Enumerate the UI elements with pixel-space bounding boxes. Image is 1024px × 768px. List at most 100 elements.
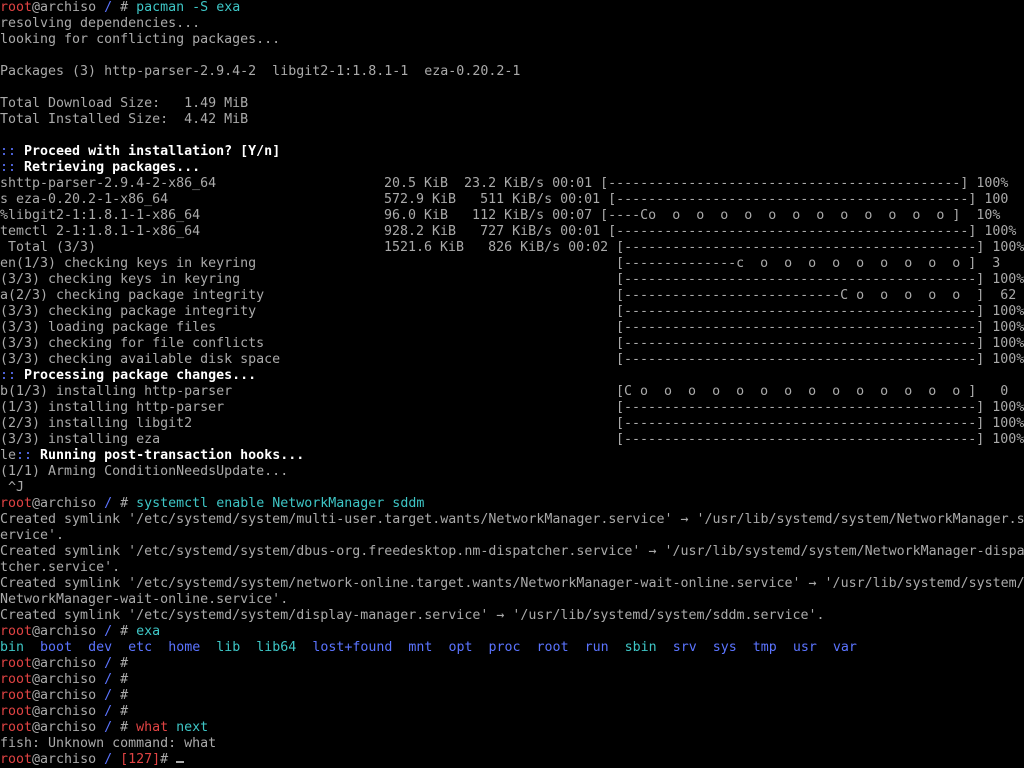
- progress-bar: [---------------------------------------…: [616, 400, 1024, 415]
- ls-gap: [777, 640, 793, 655]
- terminal-line: (3/3) checking for file conflicts [------…: [0, 336, 1024, 352]
- terminal-line: root@archiso / # pacman -S exa: [0, 0, 1024, 16]
- text-cursor[interactable]: [176, 761, 185, 763]
- terminal-line: root@archiso / [127]#: [0, 752, 1024, 768]
- terminal-window[interactable]: root@archiso / # pacman -S exa resolving …: [0, 0, 1024, 768]
- progress-bar: [---------------------------------------…: [616, 272, 1024, 287]
- prompt-symbol: #: [120, 656, 137, 671]
- ls-entry: dev: [88, 640, 113, 655]
- ls-entry: usr: [792, 640, 817, 655]
- terminal-line: root@archiso / #: [0, 704, 1024, 720]
- progress-bar: [---------------------------------------…: [616, 352, 1024, 367]
- prompt-symbol: #: [160, 752, 177, 767]
- progress-bar: [--------------c o o o o o o o o o ] 3: [616, 256, 1001, 271]
- progress-bar: [---------------------------------------…: [616, 416, 1024, 431]
- progress-label: (1/3) installing http-parser: [0, 400, 225, 415]
- terminal-line: Created symlink '/etc/systemd/system/net…: [0, 576, 1024, 592]
- prompt-path: /: [104, 720, 121, 735]
- output-text: NetworkManager-wait-online.service'.: [0, 592, 289, 607]
- command-name: what: [136, 720, 169, 735]
- progress-label: a(2/3) checking package integrity: [0, 288, 265, 303]
- progress-label: Total (3/3): [0, 240, 97, 255]
- progress-bar: 20.5 KiB 23.2 KiB/s 00:01 [-------------…: [384, 176, 1009, 191]
- ls-gap: [569, 640, 585, 655]
- ls-gap: [240, 640, 256, 655]
- output-text: Created symlink '/etc/systemd/system/mul…: [0, 512, 1024, 527]
- terminal-line: shttp-parser-2.9.4-2-x86_64 20.5 KiB 23.2…: [0, 176, 1024, 192]
- terminal-line: a(2/3) checking package integrity [------…: [0, 288, 1024, 304]
- terminal-line: root@archiso / #: [0, 656, 1024, 672]
- progress-bar: [---------------------------------------…: [616, 336, 1024, 351]
- prompt-symbol: #: [120, 704, 137, 719]
- terminal-line: (2/3) installing libgit2 [---------------…: [0, 416, 1024, 432]
- ls-entry: run: [584, 640, 609, 655]
- prompt-path: /: [104, 656, 121, 671]
- terminal-line: root@archiso / #: [0, 672, 1024, 688]
- terminal-line: root@archiso / #: [0, 688, 1024, 704]
- progress-bar: [C o o o o o o o o o o o o o o ] 0: [616, 384, 1009, 399]
- ls-entry: root: [536, 640, 569, 655]
- terminal-line: b(1/3) installing http-parser [C o o o o …: [0, 384, 1024, 400]
- ls-gap: [657, 640, 673, 655]
- prompt-symbol: #: [120, 688, 137, 703]
- output-text: ervice'.: [0, 528, 65, 543]
- section-marker: ::: [16, 448, 33, 463]
- output-text: le: [0, 448, 17, 463]
- prompt-path: /: [104, 688, 121, 703]
- terminal-line: (3/3) installing eza [-------------------…: [0, 432, 1024, 448]
- command-name: systemctl: [136, 496, 209, 511]
- terminal-line: root@archiso / # exa: [0, 624, 1024, 640]
- terminal-line: ^J: [0, 480, 1024, 496]
- prompt-path: /: [104, 752, 121, 767]
- prompt-host: @archiso: [32, 688, 105, 703]
- terminal-line: :: Processing package changes...: [0, 368, 1024, 384]
- ls-gap: [152, 640, 168, 655]
- command-name: pacman: [136, 0, 185, 15]
- output-text: Created symlink '/etc/systemd/system/dbu…: [0, 544, 1024, 559]
- progress-label: %libgit2-1:1.8.1-1-x86_64: [0, 208, 201, 223]
- ls-gap: [296, 640, 312, 655]
- terminal-line: (3/3) loading package files [------------…: [0, 320, 1024, 336]
- output-text: ^J: [0, 480, 25, 495]
- terminal-line: %libgit2-1:1.8.1-1-x86_64 96.0 KiB 112 Ki…: [0, 208, 1024, 224]
- prompt-host: @archiso: [32, 720, 105, 735]
- prompt-path: /: [104, 624, 121, 639]
- progress-label: (3/3) loading package files: [0, 320, 217, 335]
- progress-label: temctl 2-1:1.8.1-1-x86_64: [0, 224, 201, 239]
- terminal-line: Packages (3) http-parser-2.9.4-2 libgit2…: [0, 64, 1024, 80]
- prompt-user: root: [0, 704, 33, 719]
- section-heading: Retrieving packages...: [16, 160, 201, 175]
- ls-entry: proc: [488, 640, 521, 655]
- ls-entry: lost+found: [312, 640, 393, 655]
- terminal-line: Total (3/3) 1521.6 KiB 826 KiB/s 00:02 [-…: [0, 240, 1024, 256]
- terminal-line: NetworkManager-wait-online.service'.: [0, 592, 1024, 608]
- terminal-line: temctl 2-1:1.8.1-1-x86_64 928.2 KiB 727 K…: [0, 224, 1024, 240]
- terminal-line: ervice'.: [0, 528, 1024, 544]
- ls-gap: [112, 640, 128, 655]
- prompt-host: @archiso: [32, 0, 105, 15]
- prompt-user: root: [0, 720, 33, 735]
- section-heading: Proceed with installation? [Y/n]: [16, 144, 281, 159]
- ls-entry: etc: [128, 640, 153, 655]
- progress-bar: 572.9 KiB 511 KiB/s 00:01 [-------------…: [384, 192, 1009, 207]
- progress-label: shttp-parser-2.9.4-2-x86_64: [0, 176, 217, 191]
- prompt-symbol: #: [120, 496, 137, 511]
- prompt-path: /: [104, 496, 121, 511]
- progress-bar: [---------------------------C o o o o o …: [616, 288, 1017, 303]
- section-heading: Running post-transaction hooks...: [32, 448, 305, 463]
- terminal-line: bin boot dev etc home lib lib64 lost+fou…: [0, 640, 1024, 656]
- progress-label: s eza-0.20.2-1-x86_64: [0, 192, 169, 207]
- prompt-path: /: [104, 672, 121, 687]
- terminal-line: (1/1) Arming ConditionNeedsUpdate...: [0, 464, 1024, 480]
- terminal-line: looking for conflicting packages...: [0, 32, 1024, 48]
- output-text: Created symlink '/etc/systemd/system/dis…: [0, 608, 825, 623]
- output-text: tcher.service'.: [0, 560, 121, 575]
- prompt-host: @archiso: [32, 704, 105, 719]
- ls-gap: [472, 640, 488, 655]
- output-text: Created symlink '/etc/systemd/system/net…: [0, 576, 1024, 591]
- terminal-line: root@archiso / # systemctl enable Networ…: [0, 496, 1024, 512]
- prompt-path: /: [104, 704, 121, 719]
- output-text: resolving dependencies...: [0, 16, 201, 31]
- terminal-line: :: Retrieving packages...: [0, 160, 1024, 176]
- terminal-line: fish: Unknown command: what: [0, 736, 1024, 752]
